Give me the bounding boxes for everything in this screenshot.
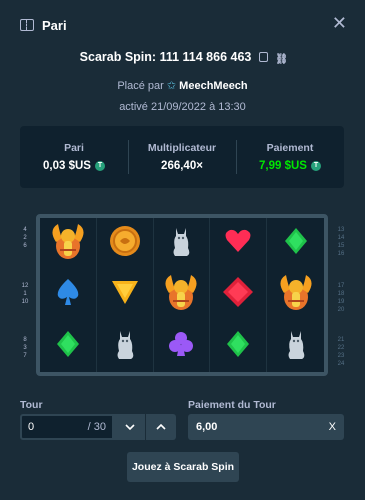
tour-payout-label: Paiement du Tour — [188, 399, 276, 411]
reel-cell — [154, 269, 211, 321]
payline-numbers-right: 21 22 23 24 — [336, 336, 346, 368]
modal-title: Pari — [42, 17, 67, 33]
payline-number: 1 — [23, 291, 27, 297]
placed-prefix: Placé par — [117, 80, 164, 92]
reel-cell — [97, 269, 154, 321]
payline-number: 2 — [23, 235, 27, 241]
ticket-icon — [20, 19, 34, 31]
reel-cell — [267, 321, 324, 372]
star-icon: ✩ — [166, 80, 177, 92]
scarab-icon — [278, 271, 314, 318]
green-diamond-icon — [284, 227, 308, 260]
payline-number: 18 — [337, 291, 345, 297]
tour-stepper: 0 / 30 — [20, 414, 176, 440]
payline-number: 12 — [21, 283, 29, 289]
tether-icon: T — [310, 161, 321, 171]
reel-cell — [210, 269, 268, 321]
bet-stats: Pari 0,03 $US T Multiplicateur 266,40× Pa… — [20, 126, 344, 188]
tour-value: 0 — [28, 421, 35, 433]
scarab-icon — [50, 220, 86, 267]
reel-cell — [40, 269, 97, 321]
yellow-triangle-icon — [110, 279, 140, 310]
stat-label: Paiement — [266, 142, 314, 154]
payline-number: 21 — [337, 337, 345, 343]
reel-cell — [97, 218, 154, 270]
placed-by: Placé par ✩ MeechMeech — [0, 79, 365, 92]
stat-bet: Pari 0,03 $US T — [20, 126, 128, 188]
payline-number: 8 — [23, 337, 27, 343]
green-diamond-icon — [226, 330, 250, 363]
chevron-up-icon[interactable] — [145, 414, 176, 440]
payline-number: 6 — [23, 243, 27, 249]
tour-payout-value: 6,00 — [196, 421, 218, 433]
reel-cell — [40, 320, 97, 372]
stat-value: 0,03 $US T — [43, 160, 105, 172]
payline-number: 13 — [337, 227, 345, 233]
stat-payout: Paiement 7,99 $US T — [236, 126, 344, 188]
payline-number: 16 — [337, 251, 345, 257]
tour-payout-field[interactable]: 6,00 X — [188, 414, 344, 440]
stat-value: 7,99 $US T — [259, 160, 321, 172]
payline-numbers-right: 13 14 15 16 — [336, 226, 346, 258]
cat-statue-icon — [169, 224, 193, 263]
stat-multiplier: Multiplicateur 266,40× — [128, 126, 236, 188]
coin-icon — [108, 224, 142, 263]
modal-header: Pari ✕ — [0, 0, 365, 50]
payline-number: 17 — [337, 283, 345, 289]
red-diamond-icon — [222, 276, 254, 313]
reel-cell — [267, 269, 324, 320]
clear-icon[interactable]: X — [329, 421, 336, 433]
stat-label: Multiplicateur — [147, 142, 217, 154]
payline-number: 23 — [337, 353, 345, 359]
reel-cell — [267, 218, 324, 269]
stat-value: 266,40× — [161, 160, 203, 172]
payline-number: 19 — [337, 299, 345, 305]
activated-time: activé 21/09/2022 à 13:30 — [119, 101, 246, 113]
reel-cell — [40, 218, 97, 270]
payline-number: 10 — [21, 299, 29, 305]
link-icon[interactable]: ⛓ — [275, 54, 288, 65]
payline-numbers-left: 12 1 10 — [20, 282, 30, 306]
chevron-down-icon[interactable] — [114, 414, 145, 440]
bet-id-line: Scarab Spin: 111 114 866 463 ⛓ — [0, 50, 365, 65]
reel-cell — [210, 320, 268, 372]
play-game-button[interactable]: Jouez à Scarab Spin — [127, 452, 239, 482]
heart-icon — [224, 228, 252, 259]
scarab-icon — [163, 271, 199, 318]
stat-label: Pari — [64, 142, 84, 154]
payline-number: 7 — [23, 353, 27, 359]
reel-cell — [210, 218, 268, 270]
payline-number: 14 — [337, 235, 345, 241]
cat-statue-icon — [113, 327, 137, 366]
close-icon[interactable]: ✕ — [332, 14, 347, 32]
club-icon — [168, 331, 194, 362]
tour-input[interactable]: 0 / 30 — [20, 414, 114, 440]
username[interactable]: MeechMeech — [179, 80, 247, 92]
payline-number: 22 — [337, 345, 345, 351]
slot-reels — [36, 214, 328, 376]
game-label: Scarab Spin: — [79, 50, 157, 64]
reel-cell — [97, 320, 154, 372]
reel-cell — [154, 320, 211, 372]
bet-id: 111 114 866 463 — [159, 50, 252, 64]
tour-total: / 30 — [87, 421, 106, 433]
tour-label: Tour — [20, 399, 43, 411]
payline-number: 4 — [23, 227, 27, 233]
payline-numbers-left: 8 3 7 — [20, 336, 30, 360]
green-diamond-icon — [56, 330, 80, 363]
payline-number: 20 — [337, 307, 345, 313]
copy-icon[interactable] — [258, 52, 268, 62]
tether-icon: T — [94, 161, 105, 171]
reel-cell — [154, 218, 211, 270]
payline-number: 3 — [23, 345, 27, 351]
spade-icon — [55, 278, 81, 311]
payline-number: 24 — [337, 361, 345, 367]
payline-number: 15 — [337, 243, 345, 249]
payline-numbers-left: 4 2 6 — [20, 226, 30, 250]
cat-statue-icon — [284, 327, 308, 366]
payline-numbers-right: 17 18 19 20 — [336, 282, 346, 314]
